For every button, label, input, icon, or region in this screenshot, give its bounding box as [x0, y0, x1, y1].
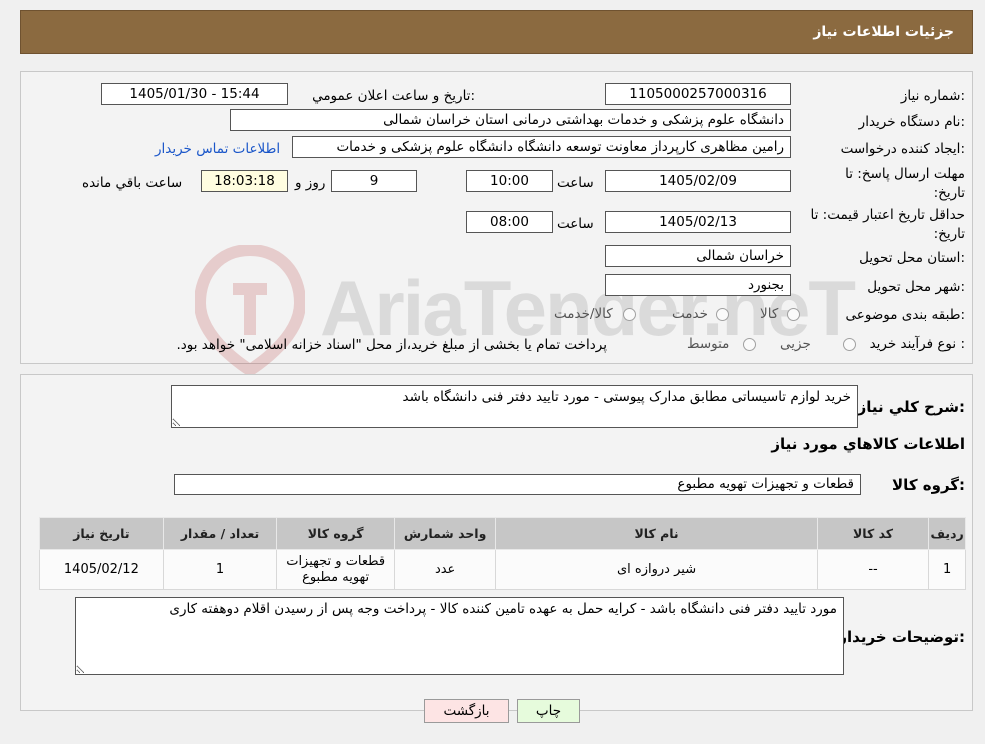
city-label: شهر محل تحویل: [867, 279, 965, 295]
table-row: 1 -- شیر دروازه ای عدد قطعات و تجهیزات ت… [39, 549, 966, 590]
cell-date: 1405/02/12 [39, 549, 164, 590]
col-group-header: گروه کالا [276, 517, 395, 550]
page-title: جزئیات اطلاعات نیاز [813, 24, 954, 40]
province-field[interactable]: خراسان شمالی [605, 245, 791, 267]
buyer-notes-textarea[interactable] [75, 597, 844, 675]
remaining-time-label: ساعت باقي مانده [82, 175, 183, 191]
cell-code: -- [816, 549, 930, 590]
category-service-label: خدمت [672, 306, 708, 322]
need-number-field[interactable]: 1105000257000316 [605, 83, 791, 105]
process-medium-label: متوسط [687, 336, 730, 352]
col-row-header: رديف [928, 517, 966, 550]
cell-qty: 1 [162, 549, 278, 590]
province-label: استان محل تحویل: [859, 250, 965, 266]
category-service-radio[interactable] [716, 308, 729, 321]
process-medium-radio[interactable] [743, 338, 756, 351]
page-header: جزئیات اطلاعات نیاز [20, 10, 973, 54]
cell-unit: عدد [393, 549, 497, 590]
goods-info-title: اطلاعات کالاهاي مورد نياز [771, 435, 965, 453]
cell-row: 1 [928, 549, 966, 590]
deadline-date-field[interactable]: 1405/02/09 [605, 170, 791, 192]
goods-table: رديف کد کالا نام کالا واحد شمارش گروه کا… [39, 517, 966, 590]
deadline-time-field[interactable]: 10:00 [466, 170, 553, 192]
goods-table-header: رديف کد کالا نام کالا واحد شمارش گروه کا… [39, 517, 966, 550]
col-date-header: تاريخ نياز [39, 517, 164, 550]
cell-group: قطعات و تجهیزات تهویه مطبوع [276, 549, 395, 590]
validity-label: حداقل تاریخ اعتبار قیمت: تا تاریخ: [810, 207, 965, 242]
goods-group-label: گروه کالا: [892, 476, 965, 494]
summary-textarea[interactable] [171, 385, 858, 428]
treasury-note: پرداخت تمام یا بخشی از مبلغ خرید،از محل … [176, 337, 607, 353]
print-button[interactable]: چاپ [517, 699, 580, 723]
deadline-time-label: ساعت [557, 175, 594, 191]
validity-time-label: ساعت [557, 216, 594, 232]
days-remaining-field[interactable]: 9 [331, 170, 417, 192]
buyer-org-label: نام دستگاه خریدار: [858, 114, 965, 130]
col-qty-header: تعداد / مقدار [162, 517, 278, 550]
back-button[interactable]: بازگشت [424, 699, 509, 723]
col-code-header: کد کالا [816, 517, 930, 550]
deadline-label: مهلت ارسال پاسخ: تا تاریخ: [845, 166, 965, 201]
validity-time-field[interactable]: 08:00 [466, 211, 553, 233]
process-minor-radio[interactable] [843, 338, 856, 351]
category-goods-service-label: کالا/خدمت [554, 306, 613, 322]
category-goods-radio[interactable] [787, 308, 800, 321]
summary-label: شرح کلي نياز: [857, 398, 965, 416]
col-name-header: نام کالا [495, 517, 818, 550]
col-unit-header: واحد شمارش [393, 517, 497, 550]
buyer-notes-label: توضيحات خريدار: [838, 628, 965, 646]
watermark-logo-icon [195, 245, 305, 375]
buyer-contact-link[interactable]: اطلاعات تماس خریدار [155, 141, 280, 157]
remaining-time-field[interactable]: 18:03:18 [201, 170, 288, 192]
process-type-label: نوع فرآیند خرید : [869, 336, 965, 352]
need-number-label: شماره نیاز: [900, 88, 965, 104]
requester-field[interactable]: رامین مظاهری کارپرداز معاونت توسعه دانشگ… [292, 136, 791, 158]
category-label: طبقه بندی موضوعی: [845, 307, 965, 323]
category-goods-label: کالا [760, 306, 779, 322]
category-goods-service-radio[interactable] [623, 308, 636, 321]
buyer-org-field[interactable]: دانشگاه علوم پزشکی و خدمات بهداشتی درمان… [230, 109, 791, 131]
days-label: روز و [295, 175, 326, 191]
goods-group-field[interactable]: قطعات و تجهیزات تهویه مطبوع [174, 474, 861, 495]
requester-label: ایجاد کننده درخواست: [840, 141, 965, 157]
city-field[interactable]: بجنورد [605, 274, 791, 296]
announce-date-field[interactable]: 1405/01/30 - 15:44 [101, 83, 288, 105]
process-minor-label: جزیی [780, 336, 811, 352]
announce-date-label: تاریخ و ساعت اعلان عمومي: [312, 88, 475, 104]
cell-name: شیر دروازه ای [495, 549, 818, 590]
validity-date-field[interactable]: 1405/02/13 [605, 211, 791, 233]
